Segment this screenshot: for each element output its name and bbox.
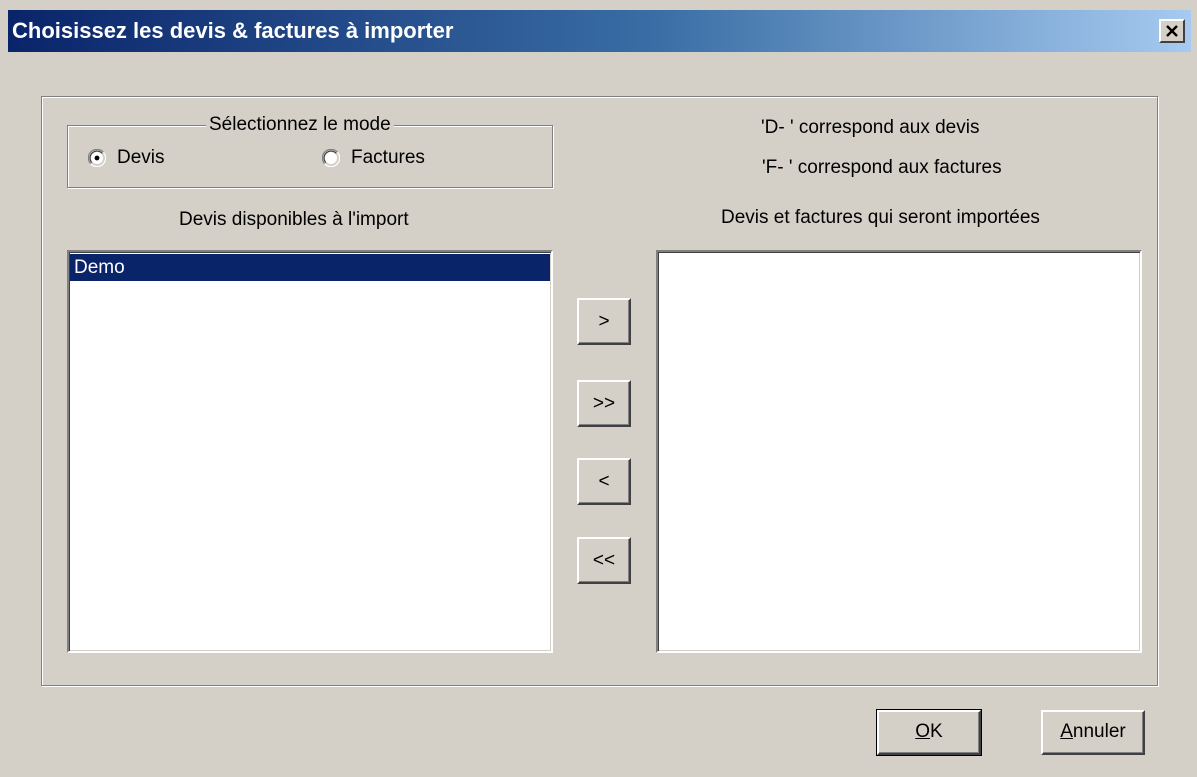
radio-selected-icon [88, 149, 106, 167]
add-selected-button[interactable]: > [577, 298, 631, 345]
import-dialog: Choisissez les devis & factures à import… [0, 0, 1197, 777]
devis-prefix-info: 'D- ' correspond aux devis [761, 117, 980, 138]
mode-groupbox: Sélectionnez le mode Devis Factures [67, 113, 553, 188]
cancel-label-rest: nnuler [1072, 721, 1126, 742]
radio-factures[interactable]: Factures [322, 146, 425, 170]
available-list-heading: Devis disponibles à l'import [179, 209, 409, 230]
cancel-button[interactable]: Annuler [1041, 710, 1145, 755]
radio-unselected-icon [322, 149, 340, 167]
title-bar[interactable]: Choisissez les devis & factures à import… [8, 10, 1191, 52]
factures-prefix-info: 'F- ' correspond aux factures [762, 157, 1002, 178]
close-icon [1166, 25, 1178, 37]
radio-factures-label: Factures [351, 147, 425, 168]
cancel-mnemonic: A [1060, 721, 1073, 742]
list-item[interactable]: Demo [70, 254, 550, 281]
ok-mnemonic: O [915, 721, 931, 742]
ok-button[interactable]: OK [876, 709, 982, 756]
radio-devis[interactable]: Devis [88, 146, 165, 170]
import-list-heading: Devis et factures qui seront importées [721, 207, 1040, 228]
radio-devis-label: Devis [117, 147, 165, 168]
mode-group-legend: Sélectionnez le mode [206, 113, 394, 137]
add-all-button[interactable]: >> [577, 380, 631, 427]
available-listbox[interactable]: Demo [67, 250, 553, 653]
ok-label-rest: K [930, 721, 943, 742]
remove-all-button[interactable]: << [577, 537, 631, 584]
import-listbox[interactable] [656, 250, 1142, 653]
close-button[interactable] [1159, 19, 1185, 43]
remove-selected-button[interactable]: < [577, 458, 631, 505]
window-title: Choisissez les devis & factures à import… [12, 18, 454, 43]
